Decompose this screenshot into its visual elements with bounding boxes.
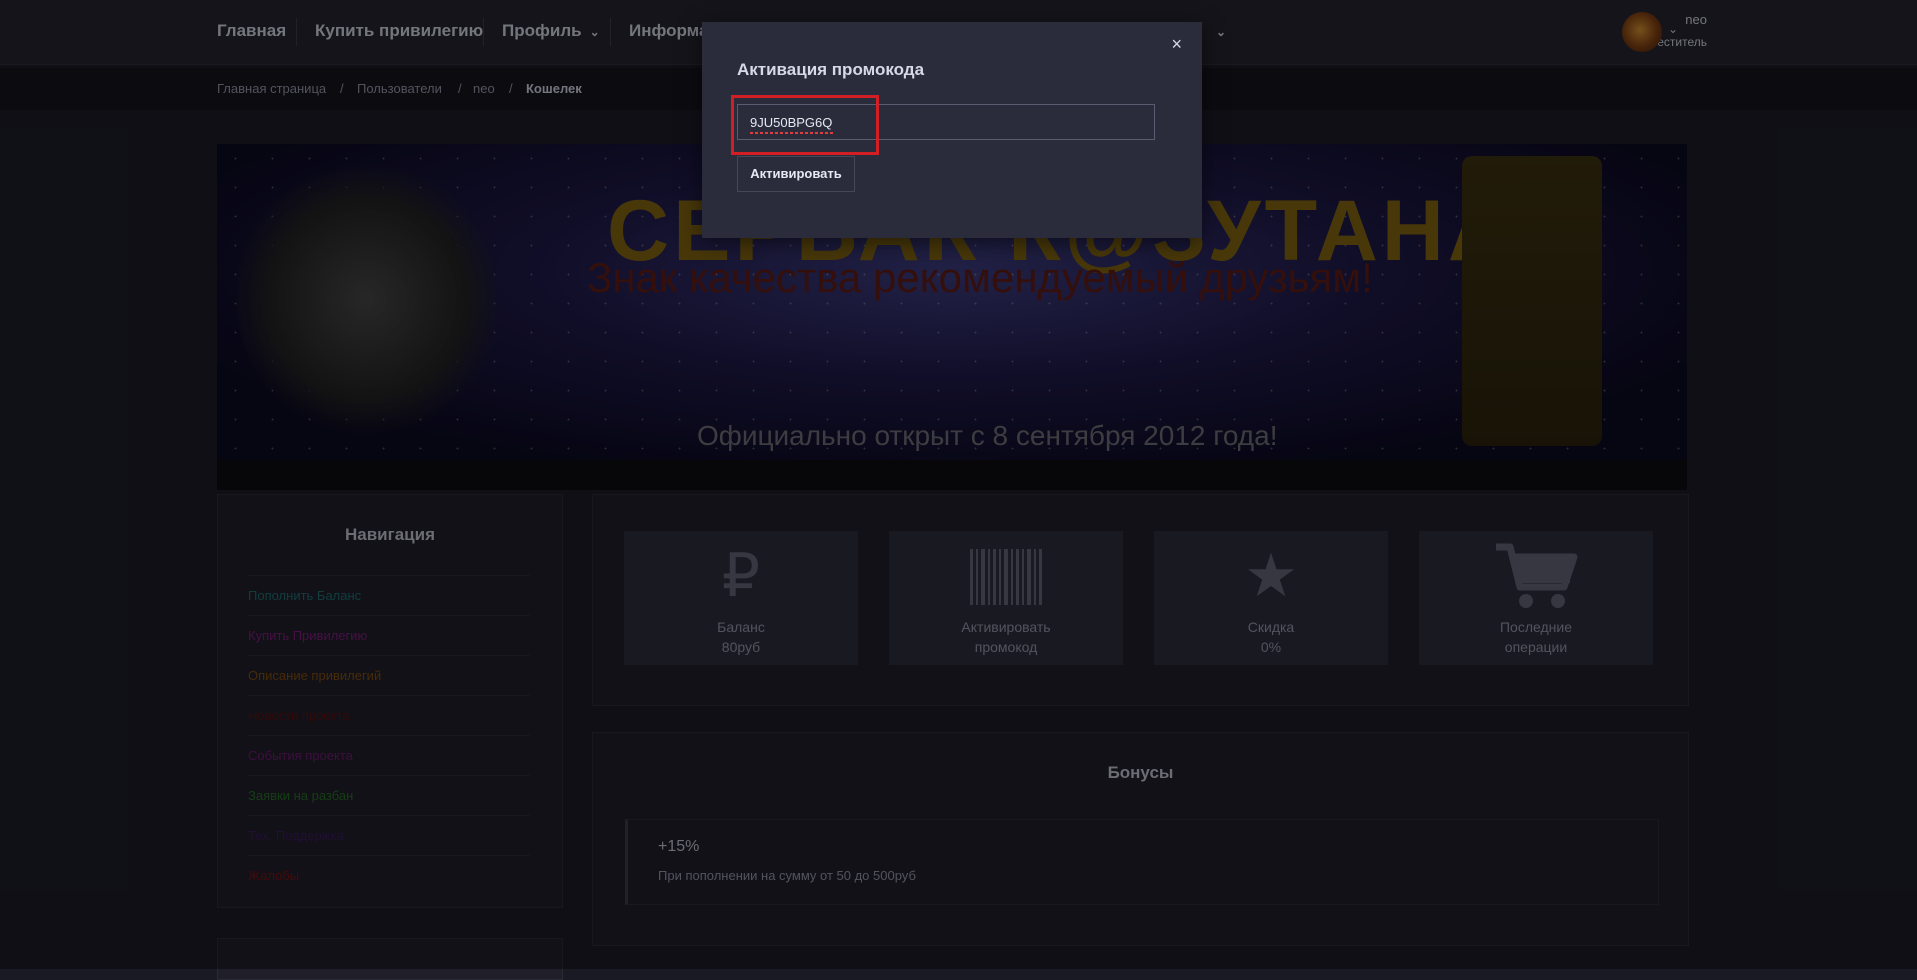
activate-button[interactable]: Активировать: [737, 156, 855, 192]
page: Главная Купить привилегию Профиль ⌄ Инфор…: [0, 0, 1917, 980]
annotation-highlight-box: [731, 95, 879, 155]
modal-title: Активация промокода: [737, 60, 925, 79]
close-icon[interactable]: ×: [1171, 34, 1182, 55]
